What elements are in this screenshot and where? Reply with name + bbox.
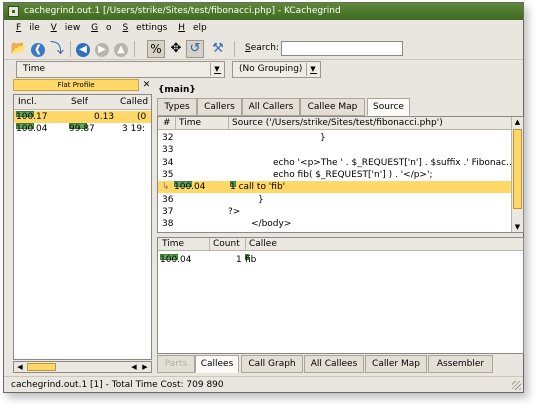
callee-count: 1 [236, 255, 242, 265]
callee-name: fib [245, 255, 257, 265]
self-value: 99.87 [69, 124, 95, 134]
tab-callers[interactable]: Callers [197, 98, 242, 116]
tab-types[interactable]: Types [157, 98, 197, 116]
function-title: {main} [158, 85, 196, 95]
app-window: cachegrind.out.1 [/Users/strike/Sites/te… [3, 2, 524, 393]
tab-callee-map[interactable]: Callee Map [300, 98, 365, 116]
status-bar: cachegrind.out.1 [1] - Total Time Cost: … [4, 376, 523, 392]
forward-icon[interactable]: ⤵ [48, 40, 66, 58]
grouping-select[interactable]: (No Grouping) [232, 61, 321, 78]
callees-view[interactable]: Time Count Callee 100.04 1 fib [157, 237, 524, 354]
chevron-down-icon [210, 63, 223, 76]
menu-go[interactable]: Go [91, 23, 112, 33]
call-line[interactable]: ↳ 100.04 1 call to 'fib' [158, 181, 512, 193]
menu-settings[interactable]: Settings [122, 23, 167, 33]
search-label: Search: [245, 43, 279, 53]
source-line[interactable]: 36 } [158, 194, 512, 206]
scroll-left-icon[interactable]: ◀ [15, 362, 25, 372]
horizontal-scrollbar[interactable]: ◀ ◀ ▶ [13, 361, 152, 373]
tab-call-graph[interactable]: Call Graph [241, 355, 303, 373]
source-line[interactable]: 35 echo fib( $_REQUEST['n'] ) . '</p>'; [158, 169, 512, 181]
source-line[interactable]: 33 [158, 144, 512, 156]
col-time[interactable]: Time [162, 239, 184, 249]
cycle-icon[interactable]: ↺ [186, 40, 204, 58]
scroll-right-icon[interactable]: ▶ [140, 362, 150, 372]
go-back-icon[interactable]: ◀ [74, 40, 92, 58]
window-title: cachegrind.out.1 [/Users/strike/Sites/te… [24, 6, 341, 16]
vertical-scrollbar[interactable]: ▲ ▼ [511, 117, 523, 232]
tab-all-callers[interactable]: All Callers [242, 98, 300, 116]
back-icon[interactable]: ❰ [29, 40, 47, 58]
col-line-number[interactable]: # [163, 118, 171, 128]
callee-time: 100.04 [160, 255, 192, 265]
source-header: # Time Source ('/Users/strike/Sites/test… [158, 117, 523, 130]
resize-grip-icon[interactable] [512, 381, 521, 390]
move-icon[interactable]: ✥ [167, 40, 185, 58]
detail-panel: {main} Types Callers All Callers Callee … [154, 79, 524, 374]
scroll-up-icon[interactable]: ▲ [513, 117, 522, 127]
tab-callees[interactable]: Callees [195, 355, 239, 373]
tab-all-callees[interactable]: All Callees [304, 355, 364, 373]
flat-profile-title: Flat Profile [13, 79, 139, 91]
source-line[interactable]: 37 ?> [158, 206, 512, 218]
called-value: 3 19: [122, 124, 146, 134]
go-forward-icon[interactable]: ▶ [93, 40, 111, 58]
menu-bar: File View Go Settings Help [4, 20, 523, 37]
col-callee[interactable]: Callee [249, 239, 277, 249]
callees-header: Time Count Callee [158, 238, 523, 251]
menu-view[interactable]: View [51, 23, 81, 33]
tab-caller-map[interactable]: Caller Map [365, 355, 427, 373]
up-icon[interactable]: ▲ [112, 40, 130, 58]
window-menu-icon[interactable] [8, 6, 19, 17]
called-value: (0 [137, 112, 147, 122]
search-input[interactable] [281, 41, 403, 56]
scroll-down-icon[interactable]: ▼ [513, 222, 522, 232]
open-icon[interactable]: 📂 [10, 40, 28, 58]
col-source[interactable]: Source ('/Users/strike/Sites/test/fibona… [232, 118, 443, 128]
status-text: cachegrind.out.1 [1] - Total Time Cost: … [11, 380, 224, 390]
col-called[interactable]: Called [120, 97, 148, 107]
source-view[interactable]: # Time Source ('/Users/strike/Sites/test… [157, 116, 524, 233]
col-incl[interactable]: Incl. [18, 97, 37, 107]
col-time[interactable]: Time [179, 118, 201, 128]
tab-assembler[interactable]: Assembler [428, 355, 493, 373]
menu-file[interactable]: File [16, 23, 40, 33]
call-time: 100.04 [174, 182, 206, 192]
source-line[interactable]: 32 } [158, 132, 512, 144]
incl-value: 100.04 [16, 124, 48, 134]
flat-profile-header: Incl. Self Called [14, 95, 151, 110]
call-text: 1 call to 'fib' [230, 182, 286, 192]
col-self[interactable]: Self [71, 97, 88, 107]
scroll-left-icon[interactable]: ◀ [129, 362, 139, 372]
tab-source[interactable]: Source [367, 98, 410, 116]
scroll-thumb[interactable] [513, 129, 522, 209]
col-count[interactable]: Count [213, 239, 240, 249]
chevron-down-icon [306, 63, 319, 76]
callee-row[interactable]: 100.04 1 fib [158, 254, 523, 266]
flat-profile-list[interactable]: Incl. Self Called 100.17 0.13 (0 100.04 … [13, 94, 152, 360]
scroll-thumb[interactable] [27, 363, 56, 371]
title-bar[interactable]: cachegrind.out.1 [/Users/strike/Sites/te… [4, 3, 523, 20]
incl-value: 100.17 [16, 112, 48, 122]
source-line[interactable]: 34 echo '<p>The ' . $_REQUEST['n'] . $su… [158, 157, 515, 169]
toolbar: 📂 ❰ ⤵ ◀ ▶ ▲ % ✥ ↺ ⚒ Search: [4, 38, 523, 60]
self-value: 0.13 [94, 112, 115, 122]
close-icon[interactable]: ✕ [141, 79, 152, 91]
grouping-value: (No Grouping) [239, 64, 303, 74]
call-arrow-icon: ↳ [162, 182, 170, 192]
percentage-icon[interactable]: % [147, 40, 165, 58]
event-type-value: Time [23, 64, 46, 74]
flat-profile-row[interactable]: 100.04 99.87 3 19: [14, 123, 151, 135]
source-line[interactable]: 38 </body> [158, 218, 512, 230]
expand-icon[interactable]: ⚒ [209, 40, 227, 58]
event-type-select[interactable]: Time [16, 61, 225, 78]
flat-profile-row[interactable]: 100.17 0.13 (0 [14, 111, 151, 123]
tab-parts[interactable]: Parts [157, 355, 195, 373]
menu-help[interactable]: Help [178, 23, 207, 33]
flat-profile-panel: Flat Profile ✕ Incl. Self Called 100.17 … [13, 79, 152, 373]
